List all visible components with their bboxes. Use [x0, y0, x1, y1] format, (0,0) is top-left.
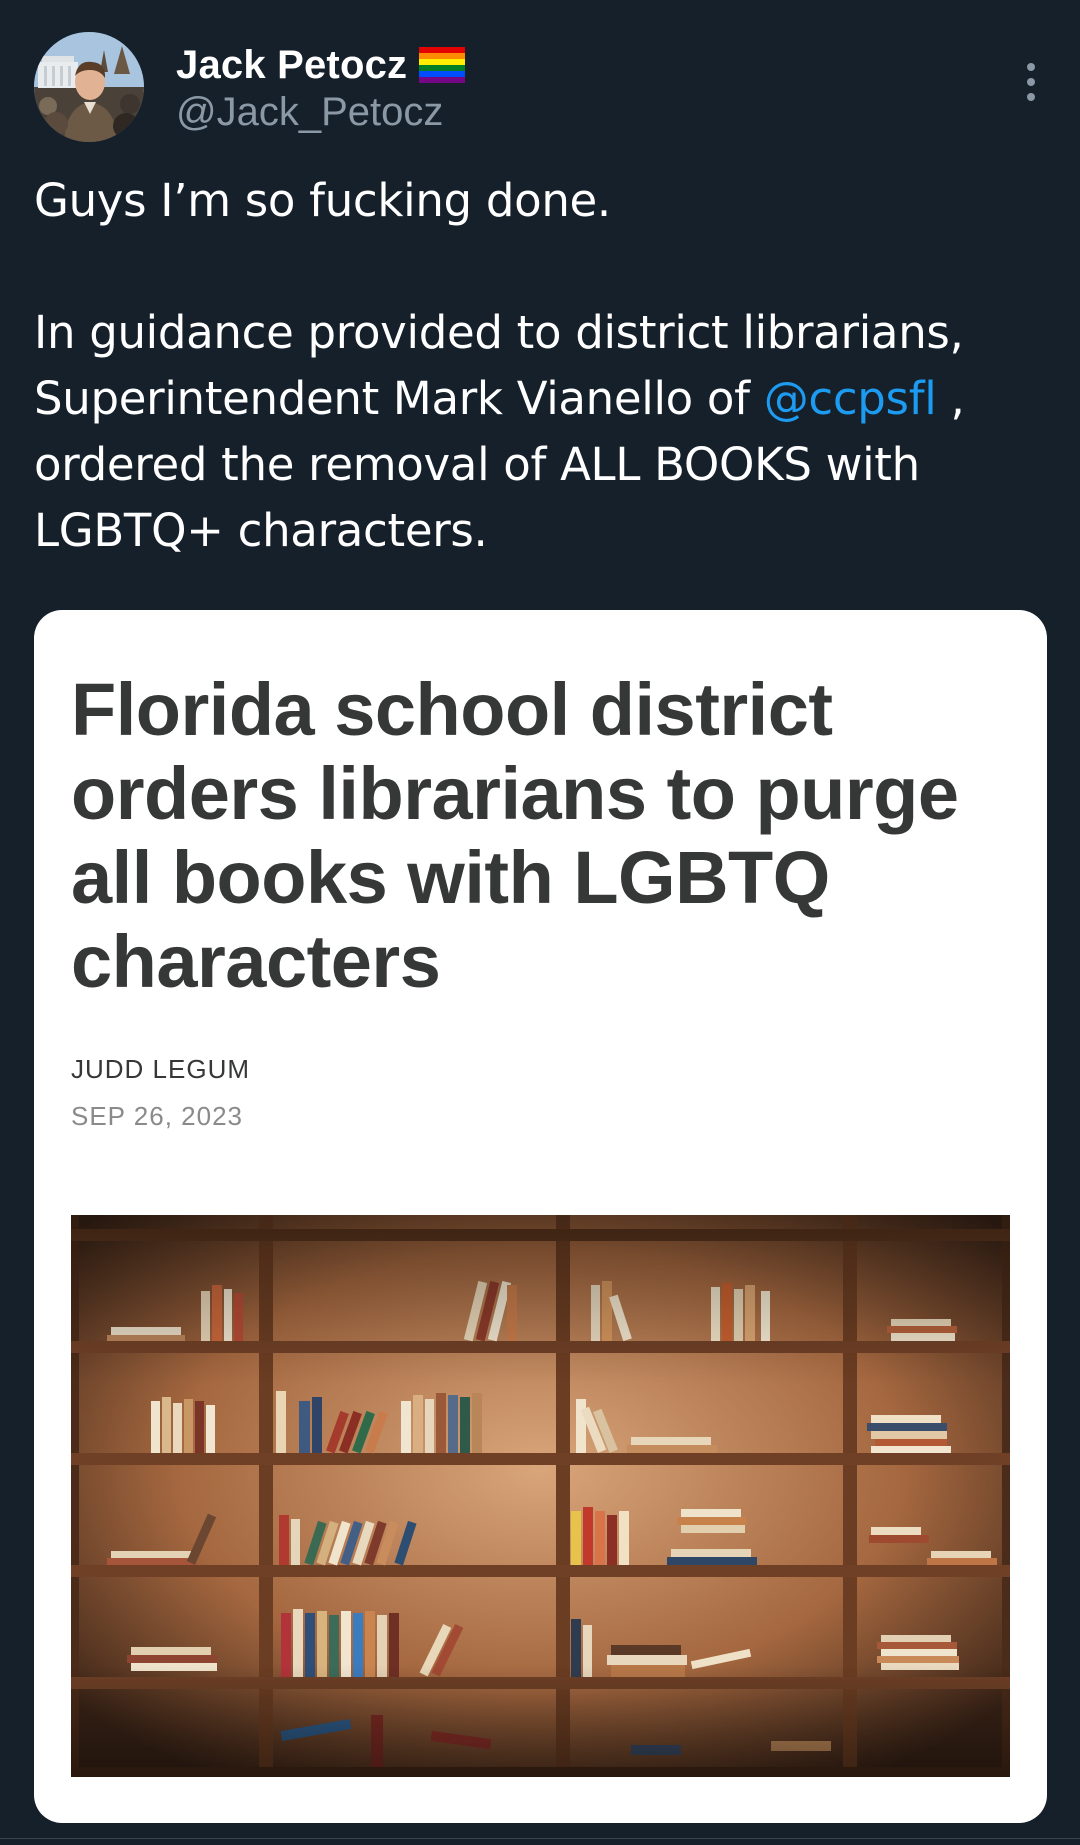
display-name[interactable]: Jack Petocz	[176, 43, 407, 88]
more-vertical-icon	[1027, 93, 1035, 101]
tweet-text-paragraph: In guidance provided to district librari…	[34, 300, 1044, 564]
user-handle[interactable]: @Jack_Petocz	[176, 90, 443, 135]
more-vertical-icon	[1027, 63, 1035, 71]
tweet-text-line: Guys I’m so fucking done.	[34, 174, 611, 227]
rainbow-flag-icon	[419, 47, 466, 83]
bookshelf-photo[interactable]	[71, 1215, 1010, 1777]
tweet-header: Jack Petocz @Jack_Petocz	[34, 32, 1046, 144]
article-date: SEP 26, 2023	[71, 1101, 243, 1131]
tweet-text: Guys I’m so fucking done. In guidance pr…	[34, 168, 1044, 564]
more-vertical-icon	[1027, 78, 1035, 86]
avatar[interactable]	[34, 32, 144, 142]
divider	[0, 1838, 1080, 1839]
more-options-button[interactable]	[1016, 52, 1046, 112]
article-author: JUDD LEGUM	[71, 1054, 251, 1084]
article-card[interactable]: Florida school district orders librarian…	[34, 610, 1047, 1823]
mention-link[interactable]: @ccpsfl	[764, 372, 937, 425]
article-headline[interactable]: Florida school district orders librarian…	[71, 668, 1011, 1004]
tweet: Jack Petocz @Jack_Petocz Guys I’m so fuc…	[0, 0, 1080, 1845]
display-name-row[interactable]: Jack Petocz	[176, 40, 466, 90]
